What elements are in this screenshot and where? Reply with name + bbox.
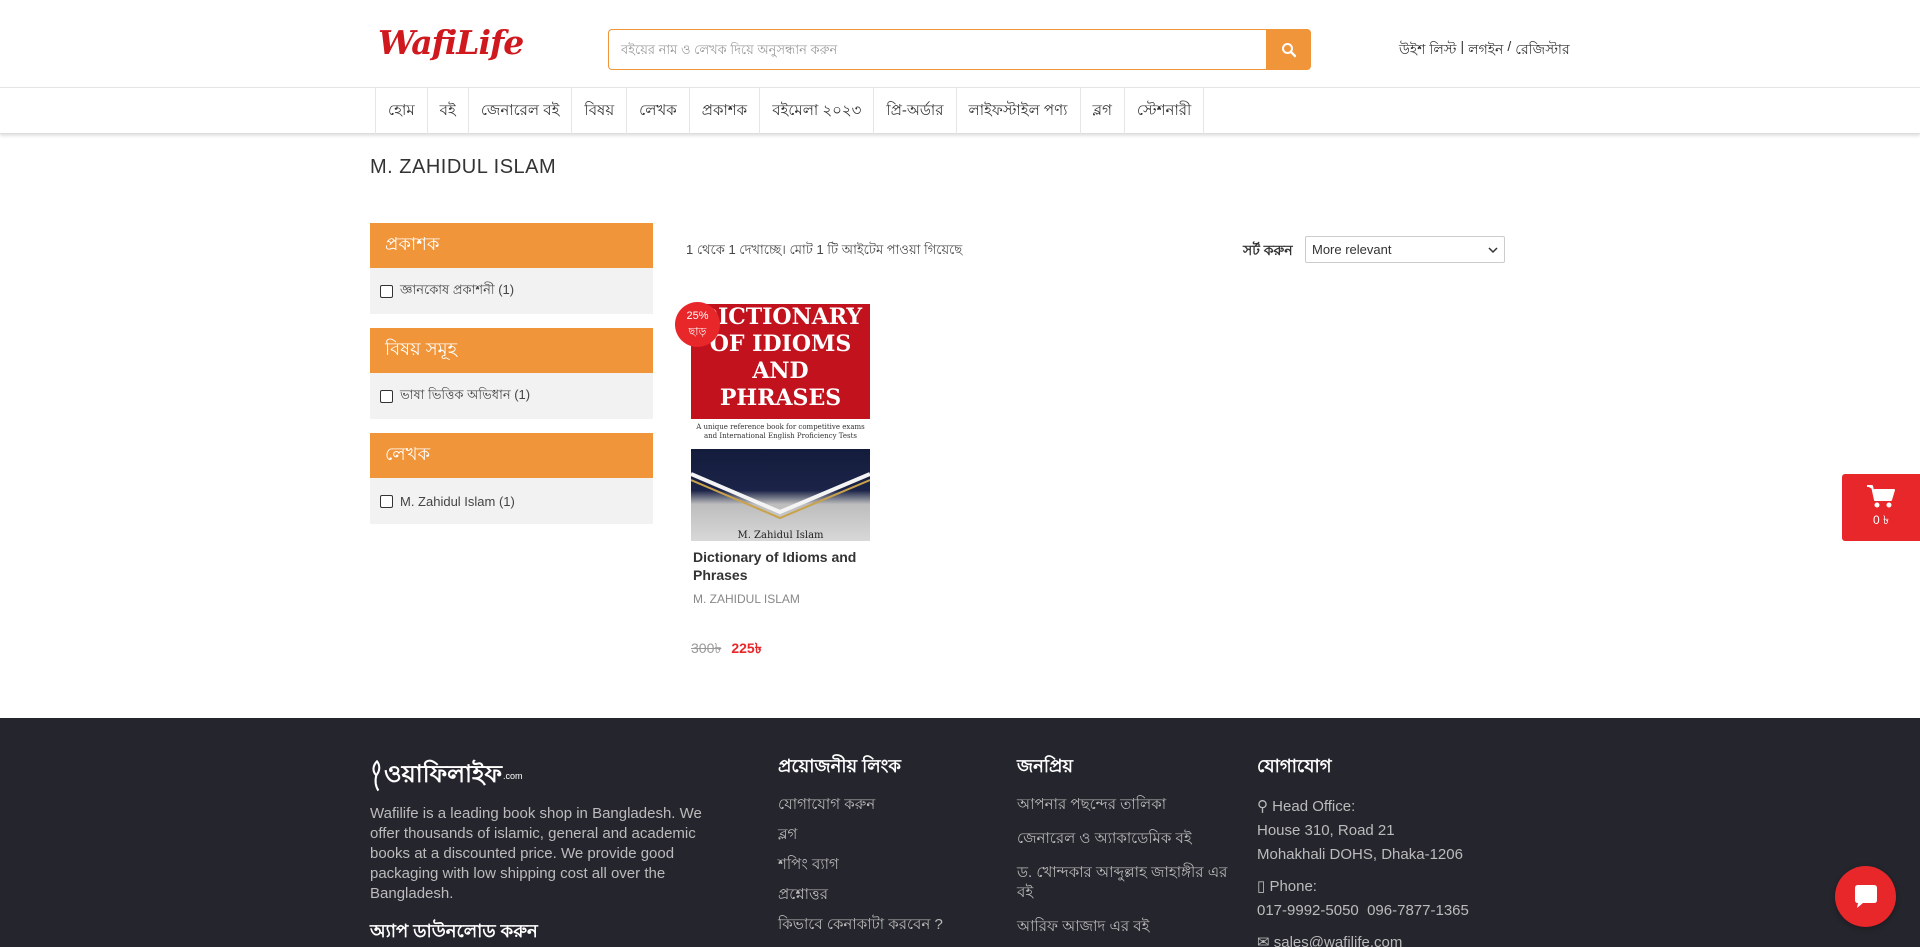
footer-link-how-to-buy[interactable]: কিভাবে কেনাকাটা করবেন ?	[778, 915, 943, 935]
footer-popular-column: জনপ্রিয় আপনার পছন্দের তালিকা জেনারেল ও …	[1017, 752, 1237, 947]
search-input[interactable]	[608, 29, 1266, 70]
nav-item-authors[interactable]: লেখক	[626, 88, 689, 134]
discount-percent: 25%	[686, 310, 709, 322]
cover-subtitle: A unique reference book for competitive …	[691, 419, 870, 449]
discount-badge: 25% ছাড়	[675, 302, 720, 347]
filter-option[interactable]: জ্ঞানকোষ প্রকাশনী (1)	[370, 268, 653, 314]
nav-item-general-books[interactable]: জেনারেল বই	[467, 88, 572, 134]
search-bar	[608, 29, 1311, 70]
checkbox[interactable]	[380, 494, 393, 508]
footer-popular-heading: জনপ্রিয়	[1017, 756, 1074, 776]
footer-logo-suffix: .com	[503, 771, 523, 781]
site-logo[interactable]: WafiLife	[376, 16, 524, 68]
cart-icon	[1867, 484, 1895, 507]
filter-option-label: M. Zahidul Islam (1)	[400, 493, 515, 509]
footer-link-blog[interactable]: ব্লগ	[778, 825, 943, 845]
floating-cart[interactable]: 0 ৳	[1842, 474, 1920, 541]
separator: |	[1460, 38, 1465, 54]
phone-label: ▯ Phone:	[1257, 878, 1317, 895]
checkbox[interactable]	[380, 389, 393, 403]
footer-logo-text: ওয়াফিলাইফ	[384, 761, 503, 788]
filter-author: লেখক M. Zahidul Islam (1)	[370, 433, 653, 524]
map-marker-icon: ⚲	[1257, 798, 1268, 815]
app-download-heading: অ্যাপ ডাউনলোড করুন	[370, 921, 538, 941]
footer-logo[interactable]: ওয়াফিলাইফ .com	[370, 756, 523, 796]
product-prices: 300৳ 225৳	[691, 637, 762, 661]
address-line: Mohakhali DOHS, Dhaka-1206	[1257, 846, 1463, 863]
filter-heading: লেখক	[370, 433, 653, 478]
wishlist-link[interactable]: উইশ লিস্ট	[1399, 38, 1457, 62]
leaf-icon	[372, 760, 381, 792]
footer-contact-heading: যোগাযোগ	[1257, 756, 1332, 776]
chevron-graphic	[691, 472, 870, 520]
product-title[interactable]: Dictionary of Idioms and Phrases	[691, 548, 871, 584]
nav-item-stationery[interactable]: স্টেশনারী	[1123, 88, 1205, 134]
register-link[interactable]: রেজিস্টার	[1515, 38, 1569, 62]
filter-publisher: প্রকাশক জ্ঞানকোষ প্রকাশনী (1)	[370, 223, 653, 314]
account-links: উইশ লিস্ট | লগইন / রেজিস্টার	[1399, 38, 1570, 62]
result-count: 1 থেকে 1 দেখাচ্ছে। মোট 1 টি আইটেম পাওয়া…	[686, 242, 963, 257]
nav-item-publishers[interactable]: প্রকাশক	[688, 88, 759, 134]
site-footer: ওয়াফিলাইফ .com Wafilife is a leading bo…	[0, 718, 1920, 947]
footer-links-heading: প্রয়োজনীয় লিংক	[778, 756, 901, 776]
filter-option[interactable]: ভাষা ভিত্তিক অভিধান (1)	[370, 373, 653, 419]
separator: /	[1507, 38, 1512, 54]
phone-numbers[interactable]: 017-9992-5050 096-7877-1365	[1257, 899, 1469, 923]
nav-item-lifestyle[interactable]: লাইফস্টাইল পণ্য	[955, 88, 1080, 134]
footer-link-contact[interactable]: যোগাযোগ করুন	[778, 795, 943, 815]
filter-option[interactable]: M. Zahidul Islam (1)	[370, 478, 653, 524]
chat-bubble-icon	[1854, 884, 1877, 908]
sort-value: More relevant	[1312, 242, 1392, 257]
footer-contact-column: যোগাযোগ ⚲ Head Office: House 310, Road 2…	[1257, 752, 1469, 947]
filter-option-label: জ্ঞানকোষ প্রকাশনী (1)	[400, 281, 515, 297]
login-link[interactable]: লগইন	[1468, 38, 1503, 62]
footer-popular-link[interactable]: ড. খোন্দকার আব্দুল্লাহ জাহাঙ্গীর এর বই	[1017, 863, 1237, 903]
nav-list: হোম বই জেনারেল বই বিষয় লেখক প্রকাশক বইম…	[375, 88, 1205, 134]
discount-label: ছাড়	[688, 326, 707, 338]
footer-popular-link[interactable]: আরিফ আজাদ এর বই	[1017, 917, 1237, 937]
mobile-icon: ▯	[1257, 878, 1266, 895]
sort-label: সর্ট করুন	[1243, 242, 1293, 258]
brand-name: WafiLife	[378, 22, 524, 62]
old-price: 300৳	[691, 640, 722, 656]
nav-item-pre-order[interactable]: প্রি-অর্ডার	[873, 88, 955, 134]
nav-item-blog[interactable]: ব্লগ	[1079, 88, 1124, 134]
main-nav: হোম বই জেনারেল বই বিষয় লেখক প্রকাশক বইম…	[0, 87, 1920, 134]
filter-heading: বিষয় সমূহ	[370, 328, 653, 373]
cart-amount: 0 ৳	[1873, 512, 1889, 527]
new-price: 225৳	[731, 640, 762, 656]
footer-popular-link[interactable]: জেনারেল ও অ্যাকাডেমিক বই	[1017, 829, 1237, 849]
footer-link-shopping-bag[interactable]: শপিং ব্যাগ	[778, 855, 943, 875]
chevron-down-icon	[1488, 246, 1498, 253]
cover-author: M. Zahidul Islam	[737, 530, 824, 541]
head-office-label: ⚲ Head Office:	[1257, 798, 1356, 815]
filter-subject: বিষয় সমূহ ভাষা ভিত্তিক অভিধান (1)	[370, 328, 653, 419]
nav-item-subjects[interactable]: বিষয়	[571, 88, 626, 134]
email-row[interactable]: ✉ sales@wafilife.com	[1257, 931, 1469, 947]
page-title: M. ZAHIDUL ISLAM	[370, 156, 557, 178]
nav-item-books[interactable]: বই	[426, 88, 468, 134]
footer-link-faq[interactable]: প্রশ্নোত্তর	[778, 885, 943, 905]
address-line: House 310, Road 21	[1257, 822, 1395, 839]
product-card[interactable]: DICTIONARY OF IDIOMS AND PHRASES A uniqu…	[691, 304, 871, 606]
filter-option-label: ভাষা ভিত্তিক অভিধান (1)	[400, 386, 531, 402]
site-header: WafiLife উইশ লিস্ট | লগইন / রেজিস্টার	[0, 0, 1920, 88]
filter-heading: প্রকাশক	[370, 223, 653, 268]
footer-popular-link[interactable]: আপনার পছন্দের তালিকা	[1017, 795, 1237, 815]
search-button[interactable]	[1266, 29, 1311, 70]
envelope-icon: ✉	[1257, 934, 1270, 947]
nav-item-home[interactable]: হোম	[375, 88, 427, 134]
live-chat-button[interactable]	[1835, 866, 1896, 927]
product-author[interactable]: M. ZAHIDUL ISLAM	[691, 592, 871, 606]
sort-select[interactable]: More relevant	[1305, 236, 1505, 263]
search-icon	[1281, 42, 1296, 57]
footer-description: Wafilife is a leading book shop in Bangl…	[370, 805, 702, 902]
checkbox[interactable]	[380, 284, 393, 298]
nav-item-book-fair[interactable]: বইমেলা ২০২৩	[759, 88, 873, 134]
footer-links-column: প্রয়োজনীয় লিংক যোগাযোগ করুন ব্লগ শপিং …	[778, 752, 943, 945]
